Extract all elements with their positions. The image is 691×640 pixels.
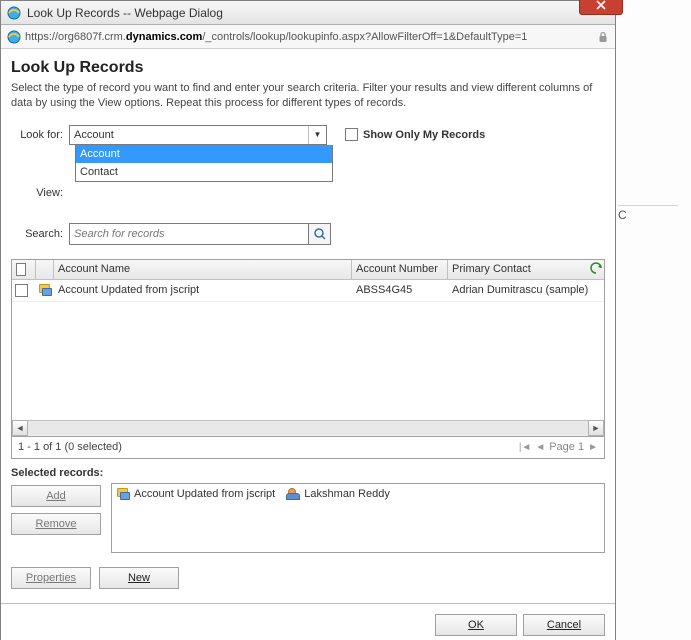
search-input[interactable]: [69, 223, 309, 245]
search-icon: [313, 227, 327, 241]
scroll-left-icon[interactable]: ◄: [12, 420, 28, 436]
pager-next-icon[interactable]: ►: [588, 442, 598, 453]
header-icon-col: [36, 260, 54, 279]
account-icon: [38, 284, 52, 296]
url-prefix: https://org6807f.crm.: [25, 31, 126, 43]
header-account-number[interactable]: Account Number: [352, 260, 448, 279]
scroll-track[interactable]: [28, 421, 588, 435]
pager-page-label: Page 1: [549, 441, 584, 453]
window-title: Look Up Records -- Webpage Dialog: [27, 6, 223, 20]
header-contact-text: Primary Contact: [452, 263, 531, 275]
url-path: /_controls/lookup/lookupinfo.aspx?AllowF…: [202, 31, 527, 43]
header-checkbox[interactable]: [12, 260, 36, 279]
cropped-text: C: [618, 208, 627, 222]
header-account-name[interactable]: Account Name: [54, 260, 352, 279]
show-only-label: Show Only My Records: [363, 129, 485, 141]
selected-item-account[interactable]: Account Updated from jscript: [116, 488, 275, 500]
new-button[interactable]: New: [99, 567, 179, 589]
results-grid: Account Name Account Number Primary Cont…: [11, 259, 605, 437]
address-bar: https://org6807f.crm.dynamics.com/_contr…: [1, 25, 615, 49]
selected-records-label: Selected records:: [11, 467, 605, 479]
new-label: New: [128, 572, 150, 584]
pager-first-icon[interactable]: |◄: [519, 442, 532, 453]
remove-label: Remove: [36, 518, 77, 530]
selected-item-contact[interactable]: Lakshman Reddy: [286, 488, 390, 500]
table-row[interactable]: Account Updated from jscript ABSS4G45 Ad…: [12, 280, 604, 302]
pager: 1 - 1 of 1 (0 selected) |◄ ◄ Page 1 ►: [11, 437, 605, 459]
header-primary-contact[interactable]: Primary Contact: [448, 260, 604, 279]
selected-item-text: Account Updated from jscript: [134, 488, 275, 500]
add-button[interactable]: Add: [11, 485, 101, 507]
cell-account-number: ABSS4G45: [352, 284, 448, 296]
row-checkbox[interactable]: [15, 284, 28, 297]
dropdown-option-contact[interactable]: Contact: [76, 163, 332, 181]
grid-header: Account Name Account Number Primary Cont…: [12, 260, 604, 280]
selected-item-text: Lakshman Reddy: [304, 488, 390, 500]
look-for-label: Look for:: [11, 129, 69, 141]
horizontal-scrollbar[interactable]: ◄ ►: [12, 420, 604, 436]
cell-account-name: Account Updated from jscript: [54, 284, 352, 296]
scroll-right-icon[interactable]: ►: [588, 420, 604, 436]
properties-button[interactable]: Properties: [11, 567, 91, 589]
page-icon: [7, 30, 21, 44]
selected-records-box: Account Updated from jscript Lakshman Re…: [111, 483, 605, 553]
chevron-down-icon: ▼: [308, 126, 326, 144]
url-host: dynamics.com: [126, 31, 202, 43]
contact-icon: [286, 488, 300, 500]
ok-label: OK: [468, 619, 484, 631]
look-for-combo[interactable]: Account ▼: [69, 125, 327, 145]
search-label: Search:: [11, 228, 69, 240]
close-button[interactable]: [579, 0, 623, 15]
view-label: View:: [11, 187, 69, 199]
cancel-button[interactable]: Cancel: [523, 614, 605, 636]
properties-label: Properties: [26, 572, 76, 584]
search-button[interactable]: [309, 223, 331, 245]
look-for-value: Account: [70, 129, 308, 141]
dropdown-option-account[interactable]: Account: [76, 145, 332, 163]
account-icon: [116, 488, 130, 500]
background-panel: [611, 0, 691, 640]
remove-button[interactable]: Remove: [11, 513, 101, 535]
cell-primary-contact: Adrian Dumitrascu (sample): [448, 284, 604, 296]
lookup-dialog: Look Up Records -- Webpage Dialog https:…: [0, 0, 616, 640]
show-only-my-records[interactable]: Show Only My Records: [345, 128, 485, 141]
pager-status: 1 - 1 of 1 (0 selected): [18, 441, 122, 453]
titlebar: Look Up Records -- Webpage Dialog: [1, 1, 615, 25]
dialog-footer: OK Cancel: [1, 603, 615, 640]
pager-prev-icon[interactable]: ◄: [535, 442, 545, 453]
grid-body: Account Updated from jscript ABSS4G45 Ad…: [12, 280, 604, 420]
page-title: Look Up Records: [11, 59, 605, 77]
instructions: Select the type of record you want to fi…: [11, 81, 605, 111]
add-label: Add: [46, 490, 66, 502]
look-for-dropdown: Account Contact: [75, 145, 333, 182]
ie-icon: [7, 6, 21, 20]
lock-icon: [597, 31, 609, 43]
url-text: https://org6807f.crm.dynamics.com/_contr…: [25, 31, 593, 43]
checkbox-icon: [345, 128, 358, 141]
refresh-icon[interactable]: [590, 262, 602, 274]
close-icon: [595, 0, 607, 10]
cancel-label: Cancel: [547, 619, 581, 631]
ok-button[interactable]: OK: [435, 614, 517, 636]
